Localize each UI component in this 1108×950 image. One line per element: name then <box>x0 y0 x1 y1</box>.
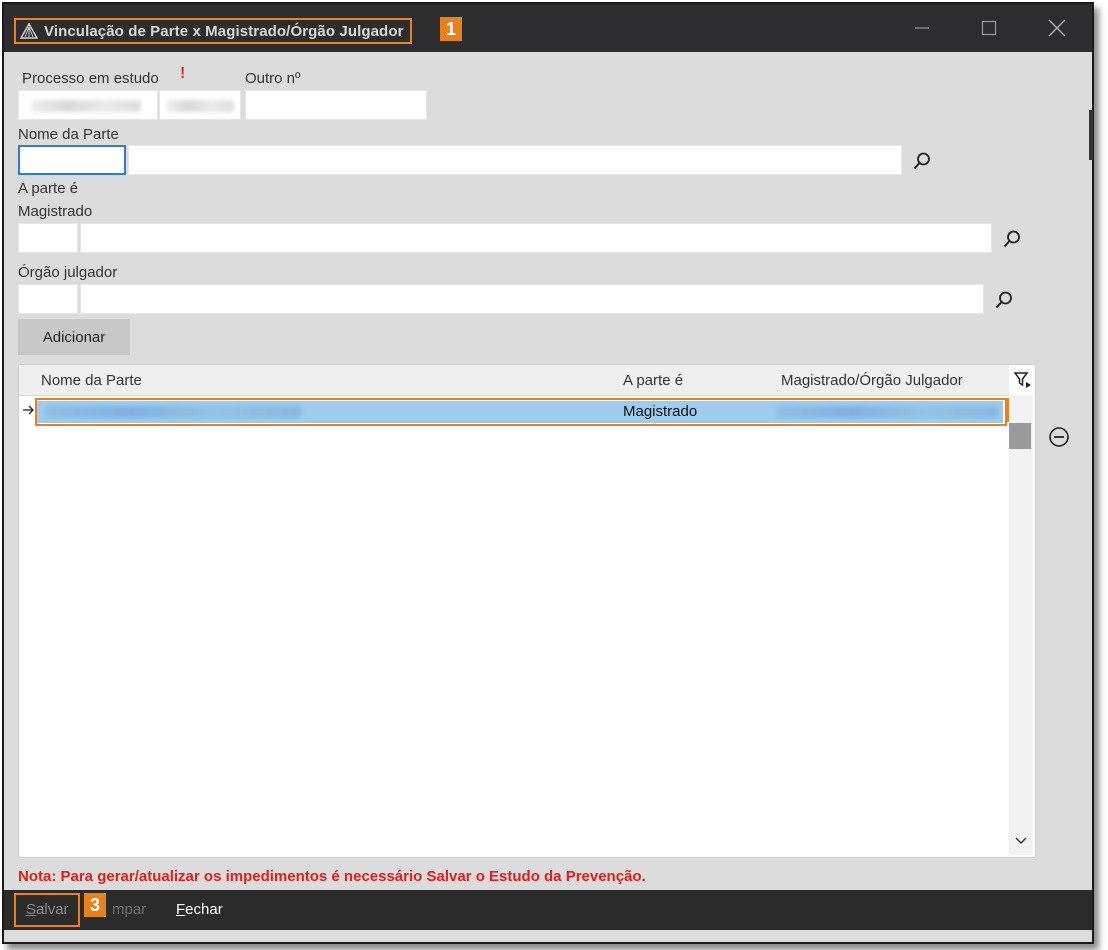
maximize-icon <box>981 20 997 36</box>
magistrado-label: Magistrado <box>18 203 93 220</box>
nome-parte-label: Nome da Parte <box>18 126 119 143</box>
orgao-name-input[interactable] <box>80 284 984 314</box>
orgao-label: Órgão julgador <box>18 264 118 281</box>
grid-filter-button[interactable] <box>1012 369 1034 391</box>
row-pointer-icon <box>23 403 35 418</box>
processo-field-part1[interactable] <box>18 90 158 120</box>
callout-3: 3 <box>84 893 106 917</box>
filter-icon <box>1013 372 1031 388</box>
processo-field-part2[interactable] <box>159 90 241 120</box>
scroll-down-button[interactable] <box>1011 831 1031 851</box>
grid-scrollbar[interactable] <box>1009 395 1033 855</box>
nome-parte-input[interactable] <box>128 145 902 175</box>
redacted-value <box>166 100 234 112</box>
footer-bar: Salvar 3 mpar Fechar <box>4 890 1092 930</box>
remove-row-button[interactable] <box>1046 424 1072 450</box>
fechar-button[interactable]: Fechar <box>176 901 223 918</box>
a-parte-e-label: A parte é <box>18 180 79 197</box>
limpar-button[interactable]: mpar <box>112 901 146 918</box>
background-edge <box>1089 110 1093 160</box>
close-button[interactable] <box>1043 14 1071 42</box>
minimize-button[interactable] <box>908 14 936 42</box>
maximize-button[interactable] <box>975 14 1003 42</box>
fechar-label: echar <box>185 901 223 918</box>
vinculos-grid[interactable]: Nome da Parte A parte é Magistrado/Órgão… <box>18 364 1036 858</box>
fechar-accelerator: F <box>176 901 186 918</box>
close-icon <box>1048 19 1066 37</box>
search-icon <box>1003 230 1020 248</box>
processo-label: Processo em estudo <box>22 70 159 87</box>
column-header-magistrado-orgao[interactable]: Magistrado/Órgão Julgador <box>781 372 963 389</box>
app-triangle-icon <box>20 23 38 39</box>
adicionar-button[interactable]: Adicionar <box>18 319 130 355</box>
redacted-value <box>31 100 141 112</box>
magistrado-name-input[interactable] <box>80 223 992 253</box>
column-header-nome[interactable]: Nome da Parte <box>41 372 142 389</box>
window-title: Vinculação de Parte x Magistrado/Órgão J… <box>44 22 404 40</box>
column-header-tipo[interactable]: A parte é <box>623 372 683 389</box>
title-highlight: Vinculação de Parte x Magistrado/Órgão J… <box>14 18 412 44</box>
nome-parte-search-button[interactable] <box>910 149 934 173</box>
search-icon <box>913 152 930 170</box>
grid-header: Nome da Parte A parte é Magistrado/Órgão… <box>19 365 1009 396</box>
required-indicator: ! <box>180 65 186 82</box>
orgao-code-input[interactable] <box>18 284 78 314</box>
magistrado-search-button[interactable] <box>1000 227 1024 251</box>
minimize-icon <box>915 27 929 29</box>
orgao-search-button[interactable] <box>992 288 1016 312</box>
outro-label: Outro nº <box>245 70 301 87</box>
salvar-label: alvar <box>36 901 69 918</box>
salvar-button[interactable]: Salvar <box>26 901 69 918</box>
nome-parte-code-input[interactable] <box>18 145 126 175</box>
note-text: Nota: Para gerar/atualizar os impediment… <box>18 868 646 885</box>
chevron-down-icon <box>1015 837 1027 844</box>
grid-scroll-thumb[interactable] <box>1009 423 1031 449</box>
remove-circle-icon <box>1049 427 1069 447</box>
dialog-window: Vinculação de Parte x Magistrado/Órgão J… <box>2 2 1094 944</box>
search-icon <box>995 291 1012 309</box>
outro-numero-input[interactable] <box>245 90 427 120</box>
magistrado-code-input[interactable] <box>18 223 78 253</box>
title-bar[interactable]: Vinculação de Parte x Magistrado/Órgão J… <box>4 4 1092 52</box>
row-highlight <box>35 398 1007 426</box>
callout-1: 1 <box>440 17 462 41</box>
salvar-accelerator: S <box>26 901 37 918</box>
